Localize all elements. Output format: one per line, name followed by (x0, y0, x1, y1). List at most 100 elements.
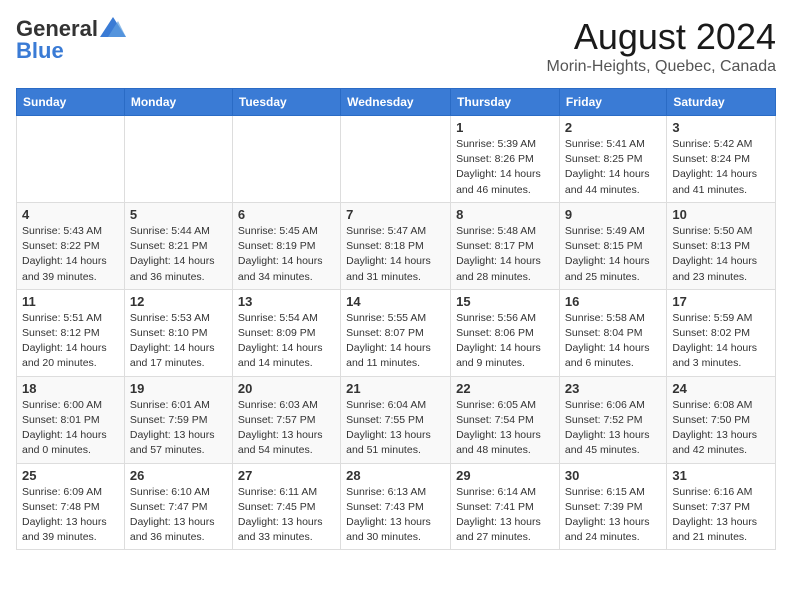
day-number: 5 (130, 207, 227, 222)
day-number: 23 (565, 381, 661, 396)
day-info: Sunrise: 5:58 AM Sunset: 8:04 PM Dayligh… (565, 311, 661, 372)
day-number: 7 (346, 207, 445, 222)
calendar-cell: 29Sunrise: 6:14 AM Sunset: 7:41 PM Dayli… (451, 463, 560, 550)
calendar-cell: 28 Sunrise: 6:13 AM Sunset: 7:43 PM Dayli… (341, 463, 451, 550)
calendar-cell: 2 Sunrise: 5:41 AM Sunset: 8:25 PM Daylig… (559, 116, 666, 203)
calendar-cell: 6 Sunrise: 5:45 AM Sunset: 8:19 PM Daylig… (232, 202, 340, 289)
calendar-cell: 26 Sunrise: 6:10 AM Sunset: 7:47 PM Dayli… (124, 463, 232, 550)
calendar-cell: 8 Sunrise: 5:48 AM Sunset: 8:17 PM Daylig… (451, 202, 560, 289)
day-info: Sunrise: 5:55 AM Sunset: 8:07 PM Dayligh… (346, 311, 445, 372)
calendar-cell: 19Sunrise: 6:01 AM Sunset: 7:59 PM Dayli… (124, 376, 232, 463)
day-number: 24 (672, 381, 770, 396)
weekday-header-thursday: Thursday (451, 89, 560, 116)
day-info: Sunrise: 6:00 AM Sunset: 8:01 PM Dayligh… (22, 398, 119, 459)
calendar-cell: 25 Sunrise: 6:09 AM Sunset: 7:48 PM Dayli… (17, 463, 125, 550)
calendar-cell: 31 Sunrise: 6:16 AM Sunset: 7:37 PM Dayli… (667, 463, 776, 550)
day-info: Sunrise: 5:45 AM Sunset: 8:19 PM Dayligh… (238, 224, 335, 285)
day-info: Sunrise: 6:08 AM Sunset: 7:50 PM Dayligh… (672, 398, 770, 459)
day-number: 9 (565, 207, 661, 222)
day-number: 29 (456, 468, 554, 483)
weekday-header-friday: Friday (559, 89, 666, 116)
day-info: Sunrise: 6:03 AM Sunset: 7:57 PM Dayligh… (238, 398, 335, 459)
calendar-cell (124, 116, 232, 203)
day-info: Sunrise: 5:50 AM Sunset: 8:13 PM Dayligh… (672, 224, 770, 285)
calendar-cell: 23 Sunrise: 6:06 AM Sunset: 7:52 PM Dayli… (559, 376, 666, 463)
weekday-header-tuesday: Tuesday (232, 89, 340, 116)
day-number: 18 (22, 381, 119, 396)
calendar-table: SundayMondayTuesdayWednesdayThursdayFrid… (16, 88, 776, 550)
day-number: 22 (456, 381, 554, 396)
weekday-header-saturday: Saturday (667, 89, 776, 116)
day-info: Sunrise: 6:09 AM Sunset: 7:48 PM Dayligh… (22, 485, 119, 546)
day-number: 10 (672, 207, 770, 222)
day-info: Sunrise: 5:53 AM Sunset: 8:10 PM Dayligh… (130, 311, 227, 372)
calendar-cell: 7 Sunrise: 5:47 AM Sunset: 8:18 PM Daylig… (341, 202, 451, 289)
day-info: Sunrise: 6:10 AM Sunset: 7:47 PM Dayligh… (130, 485, 227, 546)
day-info: Sunrise: 5:41 AM Sunset: 8:25 PM Dayligh… (565, 137, 661, 198)
day-number: 19 (130, 381, 227, 396)
day-info: Sunrise: 6:16 AM Sunset: 7:37 PM Dayligh… (672, 485, 770, 546)
day-info: Sunrise: 5:49 AM Sunset: 8:15 PM Dayligh… (565, 224, 661, 285)
weekday-header-wednesday: Wednesday (341, 89, 451, 116)
day-number: 2 (565, 120, 661, 135)
day-info: Sunrise: 6:04 AM Sunset: 7:55 PM Dayligh… (346, 398, 445, 459)
calendar-cell: 24 Sunrise: 6:08 AM Sunset: 7:50 PM Dayli… (667, 376, 776, 463)
day-number: 20 (238, 381, 335, 396)
day-info: Sunrise: 6:05 AM Sunset: 7:54 PM Dayligh… (456, 398, 554, 459)
day-number: 12 (130, 294, 227, 309)
day-number: 25 (22, 468, 119, 483)
day-number: 28 (346, 468, 445, 483)
calendar-cell: 21 Sunrise: 6:04 AM Sunset: 7:55 PM Dayli… (341, 376, 451, 463)
calendar-cell: 20 Sunrise: 6:03 AM Sunset: 7:57 PM Dayli… (232, 376, 340, 463)
title-area: August 2024 Morin-Heights, Quebec, Canad… (547, 16, 776, 76)
day-info: Sunrise: 6:06 AM Sunset: 7:52 PM Dayligh… (565, 398, 661, 459)
calendar-cell: 16 Sunrise: 5:58 AM Sunset: 8:04 PM Dayli… (559, 289, 666, 376)
page-header: General Blue August 2024 Morin-Heights, … (16, 16, 776, 76)
week-row-1: 1 Sunrise: 5:39 AM Sunset: 8:26 PM Daylig… (17, 116, 776, 203)
day-number: 4 (22, 207, 119, 222)
day-info: Sunrise: 5:54 AM Sunset: 8:09 PM Dayligh… (238, 311, 335, 372)
day-info: Sunrise: 6:11 AM Sunset: 7:45 PM Dayligh… (238, 485, 335, 546)
calendar-cell: 22 Sunrise: 6:05 AM Sunset: 7:54 PM Dayli… (451, 376, 560, 463)
calendar-cell: 18 Sunrise: 6:00 AM Sunset: 8:01 PM Dayli… (17, 376, 125, 463)
calendar-cell: 15Sunrise: 5:56 AM Sunset: 8:06 PM Dayli… (451, 289, 560, 376)
day-info: Sunrise: 5:56 AM Sunset: 8:06 PM Dayligh… (456, 311, 554, 372)
calendar-cell: 13 Sunrise: 5:54 AM Sunset: 8:09 PM Dayli… (232, 289, 340, 376)
day-info: Sunrise: 5:44 AM Sunset: 8:21 PM Dayligh… (130, 224, 227, 285)
day-number: 13 (238, 294, 335, 309)
day-number: 27 (238, 468, 335, 483)
day-number: 30 (565, 468, 661, 483)
day-number: 17 (672, 294, 770, 309)
day-info: Sunrise: 5:48 AM Sunset: 8:17 PM Dayligh… (456, 224, 554, 285)
day-number: 3 (672, 120, 770, 135)
location-title: Morin-Heights, Quebec, Canada (547, 58, 776, 76)
week-row-2: 4Sunrise: 5:43 AM Sunset: 8:22 PM Daylig… (17, 202, 776, 289)
calendar-cell: 30Sunrise: 6:15 AM Sunset: 7:39 PM Dayli… (559, 463, 666, 550)
day-number: 31 (672, 468, 770, 483)
day-number: 26 (130, 468, 227, 483)
day-info: Sunrise: 6:13 AM Sunset: 7:43 PM Dayligh… (346, 485, 445, 546)
calendar-cell: 14Sunrise: 5:55 AM Sunset: 8:07 PM Dayli… (341, 289, 451, 376)
calendar-cell (341, 116, 451, 203)
logo-blue: Blue (16, 38, 64, 64)
week-row-5: 25 Sunrise: 6:09 AM Sunset: 7:48 PM Dayli… (17, 463, 776, 550)
day-number: 16 (565, 294, 661, 309)
week-row-3: 11Sunrise: 5:51 AM Sunset: 8:12 PM Dayli… (17, 289, 776, 376)
calendar-cell: 1 Sunrise: 5:39 AM Sunset: 8:26 PM Daylig… (451, 116, 560, 203)
month-title: August 2024 (547, 16, 776, 58)
calendar-cell: 27 Sunrise: 6:11 AM Sunset: 7:45 PM Dayli… (232, 463, 340, 550)
calendar-cell (232, 116, 340, 203)
calendar-cell: 12 Sunrise: 5:53 AM Sunset: 8:10 PM Dayli… (124, 289, 232, 376)
day-info: Sunrise: 5:47 AM Sunset: 8:18 PM Dayligh… (346, 224, 445, 285)
day-info: Sunrise: 5:39 AM Sunset: 8:26 PM Dayligh… (456, 137, 554, 198)
calendar-cell: 11Sunrise: 5:51 AM Sunset: 8:12 PM Dayli… (17, 289, 125, 376)
calendar-cell: 4Sunrise: 5:43 AM Sunset: 8:22 PM Daylig… (17, 202, 125, 289)
day-number: 1 (456, 120, 554, 135)
weekday-header-monday: Monday (124, 89, 232, 116)
day-info: Sunrise: 5:59 AM Sunset: 8:02 PM Dayligh… (672, 311, 770, 372)
day-info: Sunrise: 5:42 AM Sunset: 8:24 PM Dayligh… (672, 137, 770, 198)
day-number: 6 (238, 207, 335, 222)
day-number: 8 (456, 207, 554, 222)
weekday-header-sunday: Sunday (17, 89, 125, 116)
day-number: 21 (346, 381, 445, 396)
